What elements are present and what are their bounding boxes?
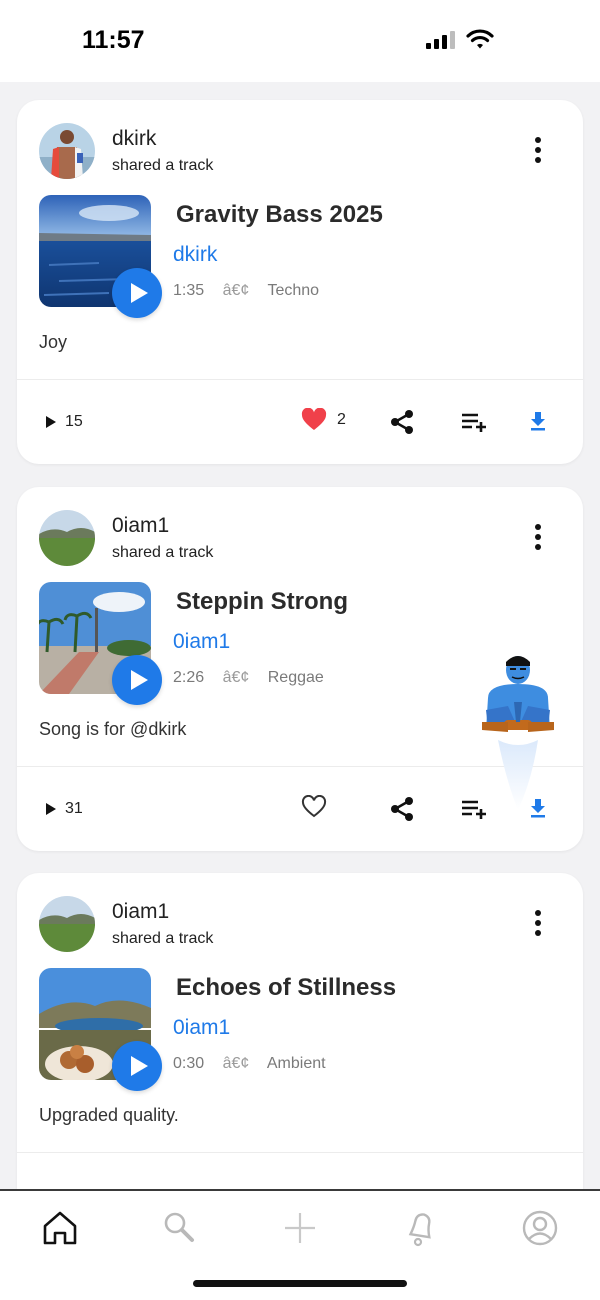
- track-meta: 0:30 â€¢ Ambient: [173, 1055, 340, 1073]
- add-to-playlist-icon[interactable]: [460, 410, 488, 434]
- bell-icon[interactable]: [400, 1208, 440, 1248]
- play-button[interactable]: [112, 268, 162, 318]
- play-count-value: 15: [65, 413, 83, 430]
- post-action-label: shared a track: [112, 930, 214, 947]
- track-genre[interactable]: Reggae: [268, 669, 324, 686]
- share-icon[interactable]: [389, 409, 415, 435]
- post-caption: Upgraded quality.: [39, 1105, 179, 1125]
- more-options-icon[interactable]: [523, 908, 553, 938]
- play-count: 15: [45, 413, 83, 431]
- track-meta: 1:35 â€¢ Techno: [173, 282, 333, 300]
- post-username[interactable]: 0iam1: [112, 900, 169, 924]
- play-icon: [131, 283, 148, 303]
- track-title[interactable]: Gravity Bass 2025: [176, 201, 383, 229]
- play-count-value: 31: [65, 800, 83, 817]
- search-icon[interactable]: [159, 1208, 199, 1248]
- like-count: 2: [337, 411, 346, 428]
- post-action-label: shared a track: [112, 157, 214, 174]
- post-action-label: shared a track: [112, 544, 214, 561]
- track-title[interactable]: Steppin Strong: [176, 588, 348, 616]
- signal-icon: [426, 31, 455, 49]
- post-username[interactable]: dkirk: [112, 127, 156, 151]
- track-duration: 1:35: [173, 282, 205, 299]
- track-meta: 2:26 â€¢ Reggae: [173, 669, 338, 687]
- play-button[interactable]: [112, 655, 162, 705]
- divider: [17, 1152, 583, 1153]
- track-artist-link[interactable]: dkirk: [173, 243, 217, 267]
- track-title[interactable]: Echoes of Stillness: [176, 974, 396, 1002]
- home-icon[interactable]: [40, 1208, 80, 1248]
- avatar[interactable]: [39, 896, 95, 952]
- more-options-icon[interactable]: [523, 135, 553, 165]
- wifi-icon: [466, 29, 494, 49]
- status-time: 11:57: [82, 26, 145, 54]
- like-button[interactable]: 2: [301, 408, 346, 432]
- play-icon: [131, 1056, 148, 1076]
- heart-filled-icon: [301, 408, 327, 430]
- track-genre[interactable]: Ambient: [267, 1055, 326, 1072]
- avatar[interactable]: [39, 510, 95, 566]
- track-artist-link[interactable]: 0iam1: [173, 630, 230, 654]
- track-duration: 0:30: [173, 1055, 205, 1072]
- genie-sticker: [482, 656, 554, 810]
- meta-separator: â€¢: [222, 282, 250, 299]
- avatar[interactable]: [39, 123, 95, 179]
- post-caption: Song is for @dkirk: [39, 719, 187, 739]
- post-card: dkirk shared a track Gravity Bass 2025 d…: [17, 100, 583, 464]
- play-count-icon: [46, 803, 56, 815]
- profile-icon[interactable]: [520, 1208, 560, 1248]
- divider: [17, 379, 583, 380]
- share-icon[interactable]: [389, 796, 415, 822]
- play-count-icon: [46, 416, 56, 428]
- track-artist-link[interactable]: 0iam1: [173, 1016, 230, 1040]
- meta-separator: â€¢: [222, 669, 250, 686]
- feed[interactable]: dkirk shared a track Gravity Bass 2025 d…: [0, 82, 600, 1189]
- download-icon[interactable]: [529, 410, 547, 432]
- post-username[interactable]: 0iam1: [112, 514, 169, 538]
- post-caption: Joy: [39, 332, 68, 352]
- heart-outline-icon: [301, 795, 327, 818]
- status-bar: 11:57: [0, 0, 600, 82]
- more-options-icon[interactable]: [523, 522, 553, 552]
- plus-icon[interactable]: [280, 1208, 320, 1248]
- play-count: 31: [45, 800, 83, 818]
- play-button[interactable]: [112, 1041, 162, 1091]
- meta-separator: â€¢: [222, 1055, 250, 1072]
- track-duration: 2:26: [173, 669, 205, 686]
- like-button[interactable]: [301, 795, 327, 819]
- track-genre[interactable]: Techno: [267, 282, 319, 299]
- home-indicator[interactable]: [193, 1280, 407, 1287]
- play-icon: [131, 670, 148, 690]
- post-card: 0iam1 shared a track Echoes of Stillness…: [17, 873, 583, 1189]
